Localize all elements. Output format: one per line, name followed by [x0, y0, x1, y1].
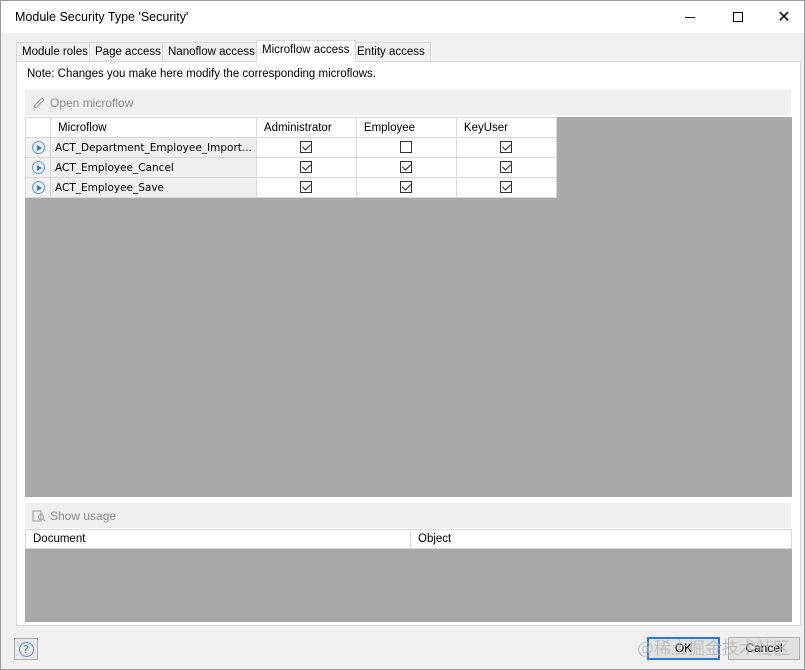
tab-module-roles[interactable]: Module roles: [16, 42, 94, 61]
title-bar: Module Security Type 'Security' ✕: [1, 1, 804, 33]
dialog-window: Module Security Type 'Security' ✕ Module…: [0, 0, 805, 670]
keyuser-checkbox[interactable]: [500, 161, 513, 174]
tab-panel: Note: Changes you make here modify the c…: [16, 61, 801, 626]
close-icon: ✕: [777, 7, 791, 26]
show-usage-button[interactable]: Show usage: [50, 509, 116, 523]
keyuser-checkbox[interactable]: [500, 141, 513, 154]
pencil-icon: [31, 95, 47, 111]
administrator-checkbox[interactable]: [300, 141, 313, 154]
show-usage-icon: [31, 508, 47, 524]
microflow-name[interactable]: ACT_Employee_Save: [50, 177, 257, 198]
row-icon-header: [25, 117, 51, 138]
tab-page-access[interactable]: Page access: [89, 42, 167, 61]
column-header-keyuser[interactable]: KeyUser: [455, 117, 557, 138]
maximize-icon: [733, 12, 743, 22]
table-row[interactable]: ACT_Employee_Save: [25, 177, 557, 198]
cancel-button[interactable]: Cancel: [728, 637, 800, 660]
column-header-microflow[interactable]: Microflow: [50, 117, 257, 138]
administrator-checkbox[interactable]: [300, 161, 313, 174]
usage-grid-area: Document Object: [25, 529, 792, 622]
column-header-document[interactable]: Document: [26, 530, 411, 548]
minimize-icon: [685, 16, 695, 18]
microflow-icon: [31, 181, 45, 194]
help-button[interactable]: ?: [14, 638, 38, 660]
keyuser-checkbox[interactable]: [500, 181, 513, 194]
employee-checkbox[interactable]: [400, 181, 413, 194]
microflow-access-table: Microflow Administrator Employee KeyUser…: [25, 117, 557, 198]
table-row[interactable]: ACT_Department_Employee_Import...: [25, 137, 557, 158]
usage-toolbar: Show usage: [25, 503, 791, 528]
administrator-checkbox[interactable]: [300, 181, 313, 194]
employee-checkbox[interactable]: [400, 141, 413, 154]
help-icon: ?: [18, 641, 34, 657]
column-header-administrator[interactable]: Administrator: [255, 117, 357, 138]
note-text: Note: Changes you make here modify the c…: [27, 68, 377, 80]
table-header-row: Microflow Administrator Employee KeyUser: [25, 117, 557, 138]
microflow-grid-area: Microflow Administrator Employee KeyUser…: [25, 117, 792, 497]
microflow-icon: [31, 161, 45, 174]
column-header-employee[interactable]: Employee: [355, 117, 457, 138]
minimize-button[interactable]: [667, 1, 713, 33]
usage-table-header: Document Object: [25, 529, 792, 549]
column-header-object[interactable]: Object: [411, 530, 791, 548]
maximize-button[interactable]: [715, 1, 761, 33]
employee-checkbox[interactable]: [400, 161, 413, 174]
microflow-name[interactable]: ACT_Department_Employee_Import...: [50, 137, 257, 158]
ok-button[interactable]: OK: [647, 637, 720, 660]
open-microflow-button[interactable]: Open microflow: [50, 96, 133, 110]
microflow-icon: [31, 141, 45, 154]
tab-microflow-access[interactable]: Microflow access: [256, 40, 356, 62]
microflow-toolbar: Open microflow: [25, 90, 791, 115]
window-title: Module Security Type 'Security': [15, 10, 189, 24]
tab-nanoflow-access[interactable]: Nanoflow access: [162, 42, 261, 61]
close-button[interactable]: ✕: [761, 1, 805, 33]
tab-entity-access[interactable]: Entity access: [351, 42, 431, 61]
table-row[interactable]: ACT_Employee_Cancel: [25, 157, 557, 178]
microflow-name[interactable]: ACT_Employee_Cancel: [50, 157, 257, 178]
